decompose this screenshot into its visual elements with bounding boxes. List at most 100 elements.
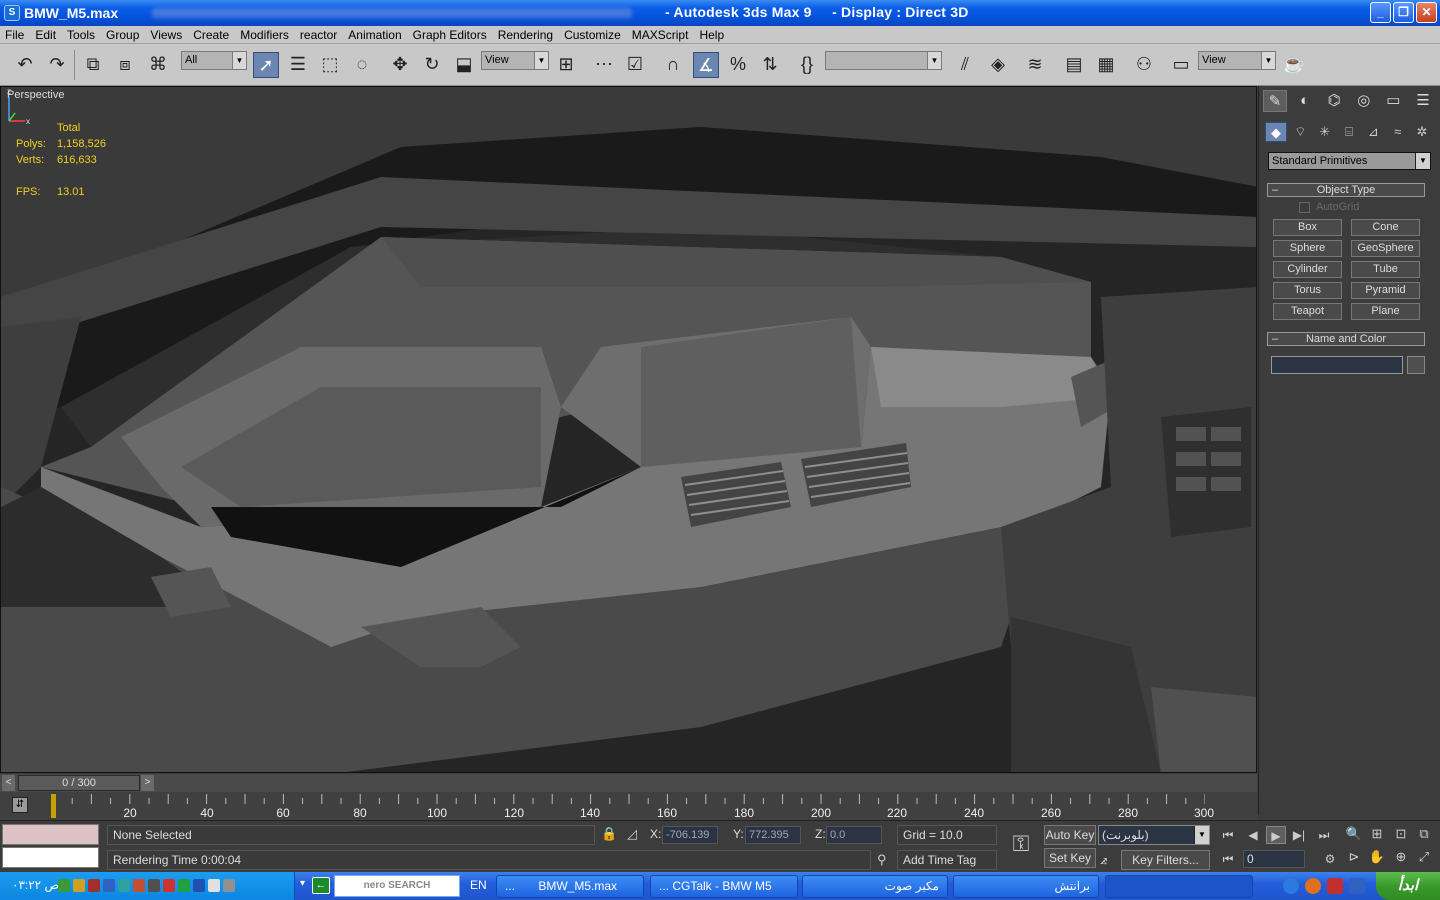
time-slider-prev[interactable]: < bbox=[2, 775, 15, 791]
helpers-icon[interactable]: ⊿ bbox=[1362, 122, 1384, 142]
tray-app-icon[interactable] bbox=[193, 879, 205, 892]
keyboard-shortcut-override-icon[interactable]: ☑ bbox=[622, 52, 648, 78]
checkbox[interactable] bbox=[1299, 201, 1310, 213]
key-mode-toggle-icon[interactable]: ⏮ bbox=[1218, 850, 1238, 868]
display-tab-icon[interactable]: ▭ bbox=[1381, 90, 1405, 112]
z-coord-field[interactable]: 0.0 bbox=[826, 826, 882, 844]
arc-rotate-icon[interactable]: ⊕ bbox=[1391, 847, 1411, 867]
current-frame-field[interactable]: 0 bbox=[1243, 850, 1305, 868]
motion-tab-icon[interactable]: ◎ bbox=[1352, 90, 1376, 112]
minimize-button[interactable]: _ bbox=[1370, 2, 1391, 23]
tray-app-icon[interactable] bbox=[58, 879, 70, 892]
tray-app-icon[interactable] bbox=[148, 879, 160, 892]
zoom-extents-all-icon[interactable]: ⧉ bbox=[1414, 824, 1434, 844]
menu-edit[interactable]: Edit bbox=[35, 28, 56, 42]
key-selection-set-dropdown[interactable]: (بلوبرنت) ▼ bbox=[1098, 825, 1210, 845]
bind-space-warp-icon[interactable]: ⌘ bbox=[145, 52, 171, 78]
curve-editor-icon[interactable]: ▤ bbox=[1061, 52, 1087, 78]
tray-app-icon[interactable] bbox=[118, 879, 130, 892]
modify-tab-icon[interactable]: ◐ bbox=[1293, 90, 1317, 112]
object-type-rollout-header[interactable]: – Object Type bbox=[1267, 183, 1425, 197]
undo-icon[interactable]: ↶ bbox=[12, 52, 38, 78]
time-slider[interactable]: < 0 / 300 > bbox=[0, 774, 1257, 792]
tray-app-icon[interactable] bbox=[208, 879, 220, 892]
maximize-viewport-icon[interactable]: ⤢ bbox=[1414, 847, 1434, 867]
menu-animation[interactable]: Animation bbox=[348, 28, 401, 42]
toolbar-expand-icon[interactable]: ▾ bbox=[300, 878, 305, 889]
named-selection-dropdown[interactable]: ▼ bbox=[825, 51, 942, 70]
geometry-icon[interactable]: ◆ bbox=[1265, 122, 1287, 142]
menu-reactor[interactable]: reactor bbox=[300, 28, 337, 42]
add-time-tag-button[interactable]: Add Time Tag bbox=[897, 850, 997, 870]
time-configuration-icon[interactable]: ⚙ bbox=[1320, 850, 1340, 868]
mirror-icon[interactable]: ⫽ bbox=[952, 52, 978, 78]
set-keys-key-icon[interactable]: ⚿ bbox=[1003, 831, 1039, 861]
redo-icon[interactable]: ↷ bbox=[44, 52, 70, 78]
torus-button[interactable]: Torus bbox=[1273, 282, 1342, 299]
hierarchy-tab-icon[interactable]: ⌬ bbox=[1322, 90, 1346, 112]
x-coord-field[interactable]: -706.139 bbox=[662, 826, 718, 844]
select-and-scale-icon[interactable]: ⬓ bbox=[451, 52, 477, 78]
reference-coord-dropdown[interactable]: View ▼ bbox=[481, 51, 549, 70]
close-button[interactable]: ✕ bbox=[1416, 2, 1437, 23]
select-and-rotate-icon[interactable]: ↻ bbox=[419, 52, 445, 78]
box-button[interactable]: Box bbox=[1273, 219, 1342, 236]
lights-icon[interactable]: ✳ bbox=[1314, 122, 1336, 142]
absolute-mode-transform-icon[interactable]: ◿ bbox=[627, 826, 637, 842]
pyramid-button[interactable]: Pyramid bbox=[1351, 282, 1420, 299]
geosphere-button[interactable]: GeoSphere bbox=[1351, 240, 1420, 257]
spinner-snap-icon[interactable]: ⇅ bbox=[757, 52, 783, 78]
autogrid-checkbox[interactable]: AutoGrid bbox=[1299, 201, 1359, 213]
primitive-category-dropdown[interactable]: Standard Primitives ▼ bbox=[1268, 152, 1431, 170]
percent-snap-icon[interactable]: % bbox=[725, 52, 751, 78]
window-crossing-icon[interactable]: ◌ bbox=[349, 52, 375, 78]
quicklaunch-app-icon[interactable] bbox=[1327, 878, 1343, 894]
menu-modifiers[interactable]: Modifiers bbox=[240, 28, 289, 42]
set-key-button[interactable]: Set Key bbox=[1044, 848, 1096, 868]
material-editor-icon[interactable]: ⚇ bbox=[1131, 52, 1157, 78]
tray-app-icon[interactable] bbox=[163, 879, 175, 892]
menu-help[interactable]: Help bbox=[699, 28, 724, 42]
menu-create[interactable]: Create bbox=[193, 28, 229, 42]
select-and-link-icon[interactable]: ⧉ bbox=[80, 52, 106, 78]
zoom-extents-icon[interactable]: ⊡ bbox=[1391, 824, 1411, 844]
taskbar-task-blurred[interactable] bbox=[1105, 875, 1253, 898]
maxscript-mini-listener-pink[interactable] bbox=[2, 824, 99, 845]
select-by-name-icon[interactable]: ☰ bbox=[285, 52, 311, 78]
back-arrow-icon[interactable]: ← bbox=[312, 877, 330, 894]
perspective-viewport[interactable]: Perspective Total Polys: 1,158,526 Verts:… bbox=[0, 86, 1257, 773]
nero-search-box[interactable]: nero SEARCH bbox=[334, 875, 460, 897]
menu-graph-editors[interactable]: Graph Editors bbox=[413, 28, 487, 42]
create-tab-icon[interactable]: ✎ bbox=[1263, 90, 1287, 112]
menu-rendering[interactable]: Rendering bbox=[498, 28, 553, 42]
zoom-icon[interactable]: 🔍 bbox=[1344, 824, 1364, 844]
pan-view-icon[interactable]: ✋ bbox=[1367, 847, 1387, 867]
zoom-all-icon[interactable]: ⊞ bbox=[1367, 824, 1387, 844]
default-tangent-icon[interactable]: ⦨ bbox=[1100, 852, 1107, 868]
taskbar-task-programs[interactable]: برانتش bbox=[953, 875, 1099, 898]
maxscript-mini-listener-white[interactable] bbox=[2, 847, 99, 868]
taskbar-task-cgtalk[interactable]: ... CGTalk - BMW M5 bbox=[650, 875, 798, 898]
sphere-button[interactable]: Sphere bbox=[1273, 240, 1342, 257]
previous-frame-icon[interactable]: ◀ bbox=[1243, 826, 1263, 844]
3dsmax-app-icon[interactable]: S bbox=[4, 5, 20, 21]
render-viewport-dropdown[interactable]: View ▼ bbox=[1198, 51, 1276, 70]
restore-button[interactable]: ❐ bbox=[1393, 2, 1414, 23]
play-icon[interactable]: ▶ bbox=[1266, 826, 1286, 844]
open-mini-curve-editor-icon[interactable]: ⇵ bbox=[12, 797, 28, 813]
taskbar-task-3dsmax[interactable]: ... BMW_M5.max bbox=[496, 875, 644, 898]
menu-maxscript[interactable]: MAXScript bbox=[632, 28, 689, 42]
shapes-icon[interactable]: ⌔ bbox=[1289, 122, 1311, 142]
next-frame-icon[interactable]: ▶| bbox=[1289, 826, 1309, 844]
taskbar-task-magnifier[interactable]: مكبر صوت bbox=[802, 875, 948, 898]
object-color-swatch[interactable] bbox=[1407, 356, 1425, 374]
unlink-selection-icon[interactable]: ⧈ bbox=[112, 52, 138, 78]
object-name-field[interactable] bbox=[1271, 356, 1403, 374]
rectangular-selection-icon[interactable]: ⬚ bbox=[317, 52, 343, 78]
tray-app-icon[interactable] bbox=[133, 879, 145, 892]
cameras-icon[interactable]: ⌸ bbox=[1338, 122, 1360, 142]
y-coord-field[interactable]: 772.395 bbox=[745, 826, 801, 844]
start-button[interactable]: ابدأ bbox=[1376, 872, 1440, 900]
time-tag-icon[interactable]: ⚲ bbox=[877, 852, 887, 868]
firefox-icon[interactable] bbox=[1305, 878, 1321, 894]
